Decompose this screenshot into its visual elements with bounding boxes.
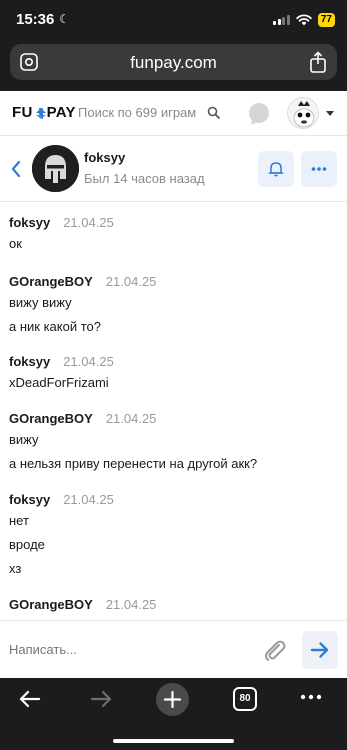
message-group: GOrangeBOY 21.04.25 вижу вижу а ник какой… [9, 273, 339, 334]
home-indicator [113, 739, 234, 743]
moon-icon: ☾ [59, 12, 70, 26]
search-icon[interactable] [207, 106, 220, 119]
message-text: вроде [9, 537, 45, 552]
back-arrow-icon[interactable] [19, 690, 41, 708]
message-date: 21.04.25 [63, 215, 114, 230]
message-author[interactable]: GOrangeBOY [9, 597, 93, 612]
message-author[interactable]: foksyy [9, 492, 50, 507]
message-compose [0, 620, 347, 678]
message-author[interactable]: foksyy [9, 354, 50, 369]
message-group: GOrangeBOY 21.04.25 вижу а нельзя приву п… [9, 410, 339, 471]
message-text: а ник какой то? [9, 319, 101, 334]
message-date: 21.04.25 [105, 597, 157, 612]
plus-icon [164, 691, 181, 708]
status-time: 15:36 [16, 11, 55, 28]
notifications-button[interactable] [258, 151, 294, 187]
message-date: 21.04.25 [63, 492, 114, 507]
message-author[interactable]: GOrangeBOY [9, 274, 93, 289]
message-date: 21.04.25 [63, 354, 114, 369]
message-input[interactable] [9, 642, 249, 657]
helmet-icon [32, 145, 79, 192]
message-list: foksyy 21.04.25 ок GOrangeBOY 21.04.25 виж… [0, 202, 347, 620]
funpay-logo[interactable]: FU PAY [12, 104, 76, 121]
message-text: а нельзя приву перенести на другой акк? [9, 456, 258, 471]
message-group: foksyy 21.04.25 нет вроде хз [9, 491, 339, 576]
status-indicators: 77 [273, 13, 335, 27]
search-input[interactable]: Поиск по 699 играм [78, 105, 196, 120]
more-horizontal-icon [311, 167, 327, 171]
more-options-button[interactable] [301, 151, 337, 187]
chevron-down-icon[interactable] [326, 111, 334, 116]
wifi-icon [296, 14, 312, 26]
message-text: ок [9, 236, 22, 251]
bell-icon [268, 162, 284, 177]
message-group: foksyy 21.04.25 xDeadForFrizami [9, 353, 339, 390]
site-header: FU PAY Поиск по 699 играм [0, 91, 347, 136]
browser-toolbar: 80 [0, 678, 347, 750]
messages-icon[interactable] [247, 102, 271, 126]
contact-avatar[interactable] [32, 145, 79, 192]
arrow-right-icon [310, 642, 329, 658]
message-author[interactable]: foksyy [9, 215, 50, 230]
chevron-left-icon[interactable] [10, 160, 22, 178]
message-group: foksyy 21.04.25 ок [9, 214, 339, 251]
new-tab-button[interactable] [156, 683, 189, 716]
share-icon[interactable] [309, 51, 327, 73]
message-date: 21.04.25 [105, 274, 157, 289]
paperclip-icon[interactable] [261, 637, 287, 663]
user-avatar-image [288, 98, 318, 128]
tabs-button[interactable]: 80 [233, 687, 257, 711]
forward-arrow-icon[interactable] [90, 690, 112, 708]
message-text: вижу вижу [9, 295, 72, 310]
browser-top-bar: 15:36 ☾ 77 funpay.com [0, 0, 347, 91]
message-text: нет [9, 513, 29, 528]
message-text: хз [9, 561, 22, 576]
contact-last-seen: Был 14 часов назад [84, 171, 205, 186]
url-text: funpay.com [130, 53, 217, 72]
logo-part-1: FU [12, 104, 33, 121]
address-bar[interactable]: funpay.com [10, 44, 337, 80]
send-button[interactable] [302, 631, 338, 669]
status-bar: 15:36 ☾ 77 [0, 0, 347, 40]
user-avatar[interactable] [287, 97, 319, 129]
chat-header: foksyy Был 14 часов назад [0, 136, 347, 202]
message-text: xDeadForFrizami [9, 375, 109, 390]
message-text: вижу [9, 432, 39, 447]
logo-part-2: PAY [46, 104, 76, 121]
signal-icon [273, 15, 290, 25]
battery-indicator: 77 [317, 13, 335, 27]
message-author[interactable]: GOrangeBOY [9, 411, 93, 426]
contact-name[interactable]: foksyy [84, 150, 125, 165]
message-group: GOrangeBOY 21.04.25 [9, 596, 339, 614]
logo-mark-icon [35, 108, 46, 119]
message-date: 21.04.25 [105, 411, 157, 426]
more-horizontal-icon[interactable] [300, 692, 322, 702]
